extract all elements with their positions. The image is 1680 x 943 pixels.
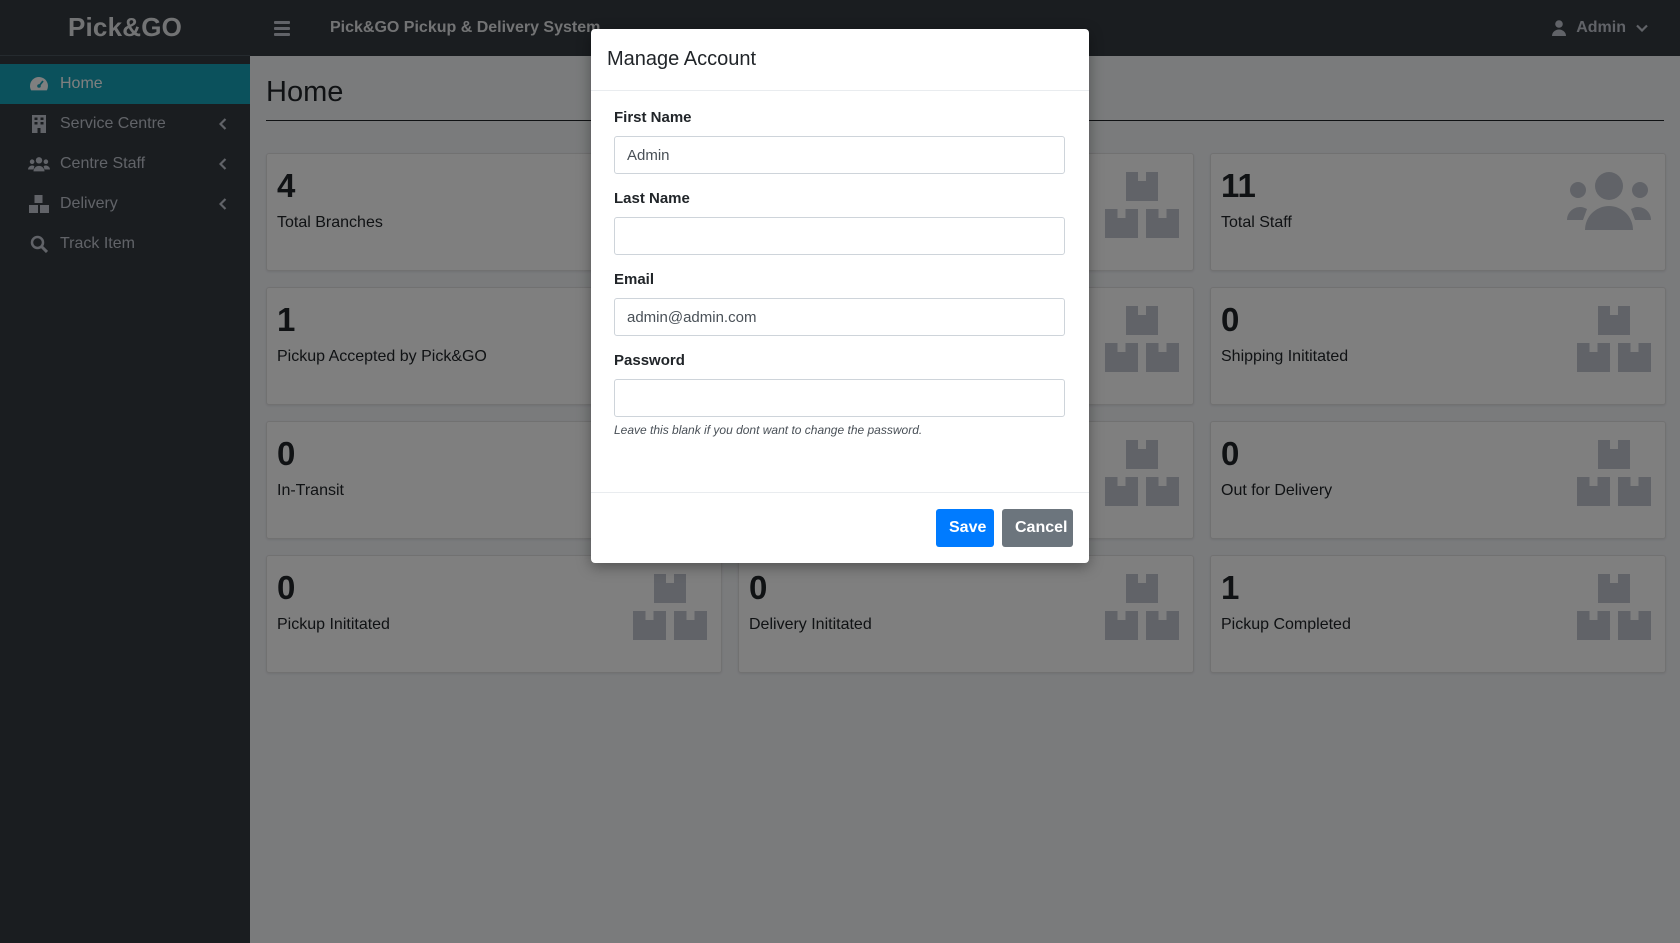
manage-account-modal: Manage Account First Name Last Name Emai… [591,29,1089,563]
password-group: Password [614,352,1066,417]
email-field[interactable] [614,298,1065,336]
last-name-label: Last Name [614,190,690,207]
cancel-button[interactable]: Cancel [1002,509,1073,547]
save-button[interactable]: Save [936,509,994,547]
password-hint: Leave this blank if you dont want to cha… [614,423,923,437]
modal-body: First Name Last Name Email Password Leav… [591,91,1089,493]
email-label: Email [614,271,655,288]
password-field[interactable] [614,379,1065,417]
first-name-label: First Name [614,109,692,126]
password-label: Password [614,352,685,369]
modal-footer: Save Cancel [591,493,1089,563]
modal-header: Manage Account [591,29,1089,91]
first-name-group: First Name [614,109,1066,174]
modal-title: Manage Account [607,48,756,70]
last-name-group: Last Name [614,190,1066,255]
last-name-field[interactable] [614,217,1065,255]
first-name-field[interactable] [614,136,1065,174]
email-group: Email [614,271,1066,336]
